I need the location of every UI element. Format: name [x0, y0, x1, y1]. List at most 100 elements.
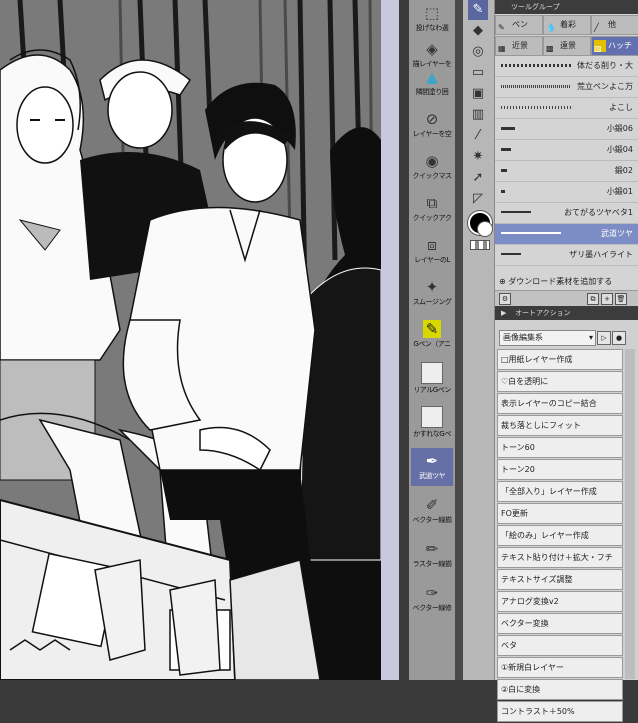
new-icon[interactable]: + — [601, 293, 613, 305]
auto-action-item[interactable]: トーン20 — [497, 459, 623, 480]
auto-action-item[interactable]: アナログ変換v2 — [497, 591, 623, 612]
copy-icon[interactable]: ⧉ — [587, 293, 599, 305]
canvas-scroll-gutter[interactable] — [399, 0, 409, 680]
cmd-vector-fix[interactable]: ✑ ベクター線修 — [411, 580, 453, 618]
sub-tool-header: ツールグループ — [495, 0, 638, 14]
canvas-pasteboard — [381, 0, 399, 680]
tab-hatch[interactable]: ▨ ハッチ — [591, 36, 638, 56]
sub-tool-palette: ツールグループ ✎ ペン 💧 着彩 ╱ 他 ▦ 近景 ▩ 遠景 ▨ ハッチ 体だる削り・大 … — [494, 0, 638, 307]
auto-action-list: □用紙レイヤー作成 ♡白を透明に 表示レイヤーのコピー結合 裁ち落としにフィット… — [497, 349, 623, 723]
auto-action-item[interactable]: 裁ち落としにフィット — [497, 415, 623, 436]
trash-icon[interactable]: 🗑 — [615, 293, 627, 305]
transparent-color-swatch[interactable] — [470, 240, 490, 250]
decoration-tool-icon[interactable]: ◎ — [468, 42, 488, 62]
eraser-tool-icon[interactable]: ◆ — [468, 21, 488, 41]
tab-pen[interactable]: ✎ ペン — [495, 15, 543, 35]
command-bar: ⬚ 投げなわ選 ◈ 描レイヤーを ▲ 隣間塗り囲 ⊘ レイヤーを空 ◉ クイック… — [409, 0, 455, 680]
auto-action-set-select[interactable]: 画像編集系 ▾ — [499, 330, 596, 346]
raster-line-icon: ✏ — [425, 540, 439, 558]
slash-icon: ╱ — [594, 22, 599, 32]
plus-icon: ⊕ — [499, 277, 506, 286]
sparkle-tool-icon[interactable]: ✷ — [468, 147, 488, 167]
fill-tool-icon[interactable]: ▣ — [468, 84, 488, 104]
drawing-canvas[interactable] — [0, 0, 381, 680]
pen-icon: ✒ — [425, 452, 439, 470]
play-icon[interactable]: ▷ — [597, 331, 611, 345]
pen-tool-icon[interactable]: ✎ — [468, 0, 488, 20]
cmd-rough-g-pen[interactable]: かすれなGペ — [411, 402, 453, 440]
brush-item[interactable]: 小鍛04 — [495, 140, 638, 161]
brush-list: 体だる削り・大 荒立ペンよこ万 よこし 小鍛06 小鍛04 鍛02 小鍛01 お… — [495, 56, 638, 266]
auto-action-item[interactable]: コントラスト＋50% — [497, 701, 623, 722]
select-tool-icon[interactable]: ▭ — [468, 63, 488, 83]
auto-action-item[interactable]: FO更新 — [497, 503, 623, 524]
brush-stroke-preview — [501, 253, 521, 255]
auto-action-item[interactable]: 表示レイヤーのコピー結合 — [497, 393, 623, 414]
brush-item[interactable]: 小鍛01 — [495, 182, 638, 203]
cmd-clear-layer[interactable]: ⊘ レイヤーを空 — [411, 106, 453, 144]
pattern-icon: ▦ — [498, 43, 506, 53]
auto-action-item[interactable]: ベタ — [497, 635, 623, 656]
cmd-budou-tsuya[interactable]: ✒ 武道ツヤ — [411, 448, 453, 486]
auto-action-item[interactable]: トーン60 — [497, 437, 623, 458]
move-tool-icon[interactable]: ➚ — [468, 168, 488, 188]
cmd-vector-line[interactable]: ✐ ベクター線揃 — [411, 492, 453, 530]
vector-fix-icon: ✑ — [425, 584, 439, 602]
auto-action-item[interactable]: 「絵のみ」レイヤー作成 — [497, 525, 623, 546]
cmd-real-g-pen[interactable]: リアルGペン — [411, 358, 453, 396]
brush-item-selected[interactable]: 武道ツヤ — [495, 224, 638, 245]
cmd-layer-l[interactable]: ⧈ レイヤーのL — [411, 232, 453, 270]
auto-action-item[interactable]: テキストサイズ調整 — [497, 569, 623, 590]
auto-action-item[interactable]: テキスト貼り付け＋拡大・フチ — [497, 547, 623, 568]
auto-action-header: ▶ オートアクション — [495, 306, 638, 320]
brush-item[interactable]: 鍛02 — [495, 161, 638, 182]
tab-near[interactable]: ▦ 近景 — [495, 36, 543, 56]
chevron-down-icon: ▾ — [588, 333, 593, 342]
auto-action-item[interactable]: ①新規白レイヤー — [497, 657, 623, 678]
auto-action-item[interactable]: ベクター変換 — [497, 613, 623, 634]
brush-stroke-preview — [501, 64, 571, 67]
brush-item[interactable]: ザリ墨ハイライト — [495, 245, 638, 266]
brush-item[interactable]: 小鍛06 — [495, 119, 638, 140]
auto-action-palette: ▶ オートアクション 画像編集系 ▾ ▷ ● □用紙レイヤー作成 ♡白を透明に … — [494, 306, 638, 722]
brush-item[interactable]: 体だる削り・大 — [495, 56, 638, 77]
palette-divider[interactable] — [455, 0, 463, 680]
cmd-lasso-select[interactable]: ⬚ 投げなわ選 — [411, 0, 453, 38]
figure-tool-icon[interactable]: ◸ — [468, 189, 488, 209]
tab-other[interactable]: ╱ 他 — [591, 15, 638, 35]
brush-stroke-preview — [501, 169, 507, 172]
sub-tool-footer: ⚙ ⧉ + 🗑 — [495, 290, 638, 307]
g-pen-icon: ✎ — [423, 320, 441, 338]
brush-item[interactable]: おてがるツヤベタ1 — [495, 203, 638, 224]
eyedropper-tool-icon[interactable]: ⁄ — [468, 126, 488, 146]
cmd-fill[interactable]: ▲ 隣間塗り囲 — [411, 64, 453, 102]
tab-far[interactable]: ▩ 遠景 — [543, 36, 591, 56]
brush-stroke-preview — [501, 148, 511, 151]
stamp-icon: ▩ — [546, 43, 554, 53]
brush-stroke-preview — [501, 232, 561, 234]
brush-item[interactable]: よこし — [495, 98, 638, 119]
gradient-tool-icon[interactable]: ▥ — [468, 105, 488, 125]
cmd-quick-action[interactable]: ⧉ クイックアク — [411, 190, 453, 228]
tab-coloring[interactable]: 💧 着彩 — [543, 15, 591, 35]
cmd-raster-line[interactable]: ✏ ラスター線揃 — [411, 536, 453, 574]
auto-action-item[interactable]: ②白に変換 — [497, 679, 623, 700]
sub-color-swatch[interactable] — [477, 221, 493, 237]
cmd-g-pen[interactable]: ✎ Gペン（アニ — [411, 316, 453, 354]
add-download-material-button[interactable]: ⊕ ダウンロード素材を追加する — [495, 274, 638, 290]
fill-icon: ▲ — [426, 68, 438, 86]
cmd-smoothing[interactable]: ✦ スムージング — [411, 274, 453, 312]
auto-action-item[interactable]: □用紙レイヤー作成 — [497, 349, 623, 370]
cmd-quick-mask[interactable]: ◉ クイックマス — [411, 148, 453, 186]
auto-action-item[interactable]: 「全部入り」レイヤー作成 — [497, 481, 623, 502]
pen-icon: ✎ — [498, 22, 505, 32]
record-icon[interactable]: ● — [612, 331, 626, 345]
brush-item[interactable]: 荒立ペンよこ万 — [495, 77, 638, 98]
auto-action-scrollbar[interactable] — [625, 349, 635, 679]
settings-icon[interactable]: ⚙ — [499, 293, 511, 305]
sub-tool-tabs-row2: ▦ 近景 ▩ 遠景 ▨ ハッチ — [495, 36, 638, 56]
brush-stroke-preview — [501, 190, 505, 193]
auto-action-item[interactable]: ♡白を透明に — [497, 371, 623, 392]
manga-illustration — [0, 0, 381, 680]
smoothing-icon: ✦ — [425, 278, 439, 296]
